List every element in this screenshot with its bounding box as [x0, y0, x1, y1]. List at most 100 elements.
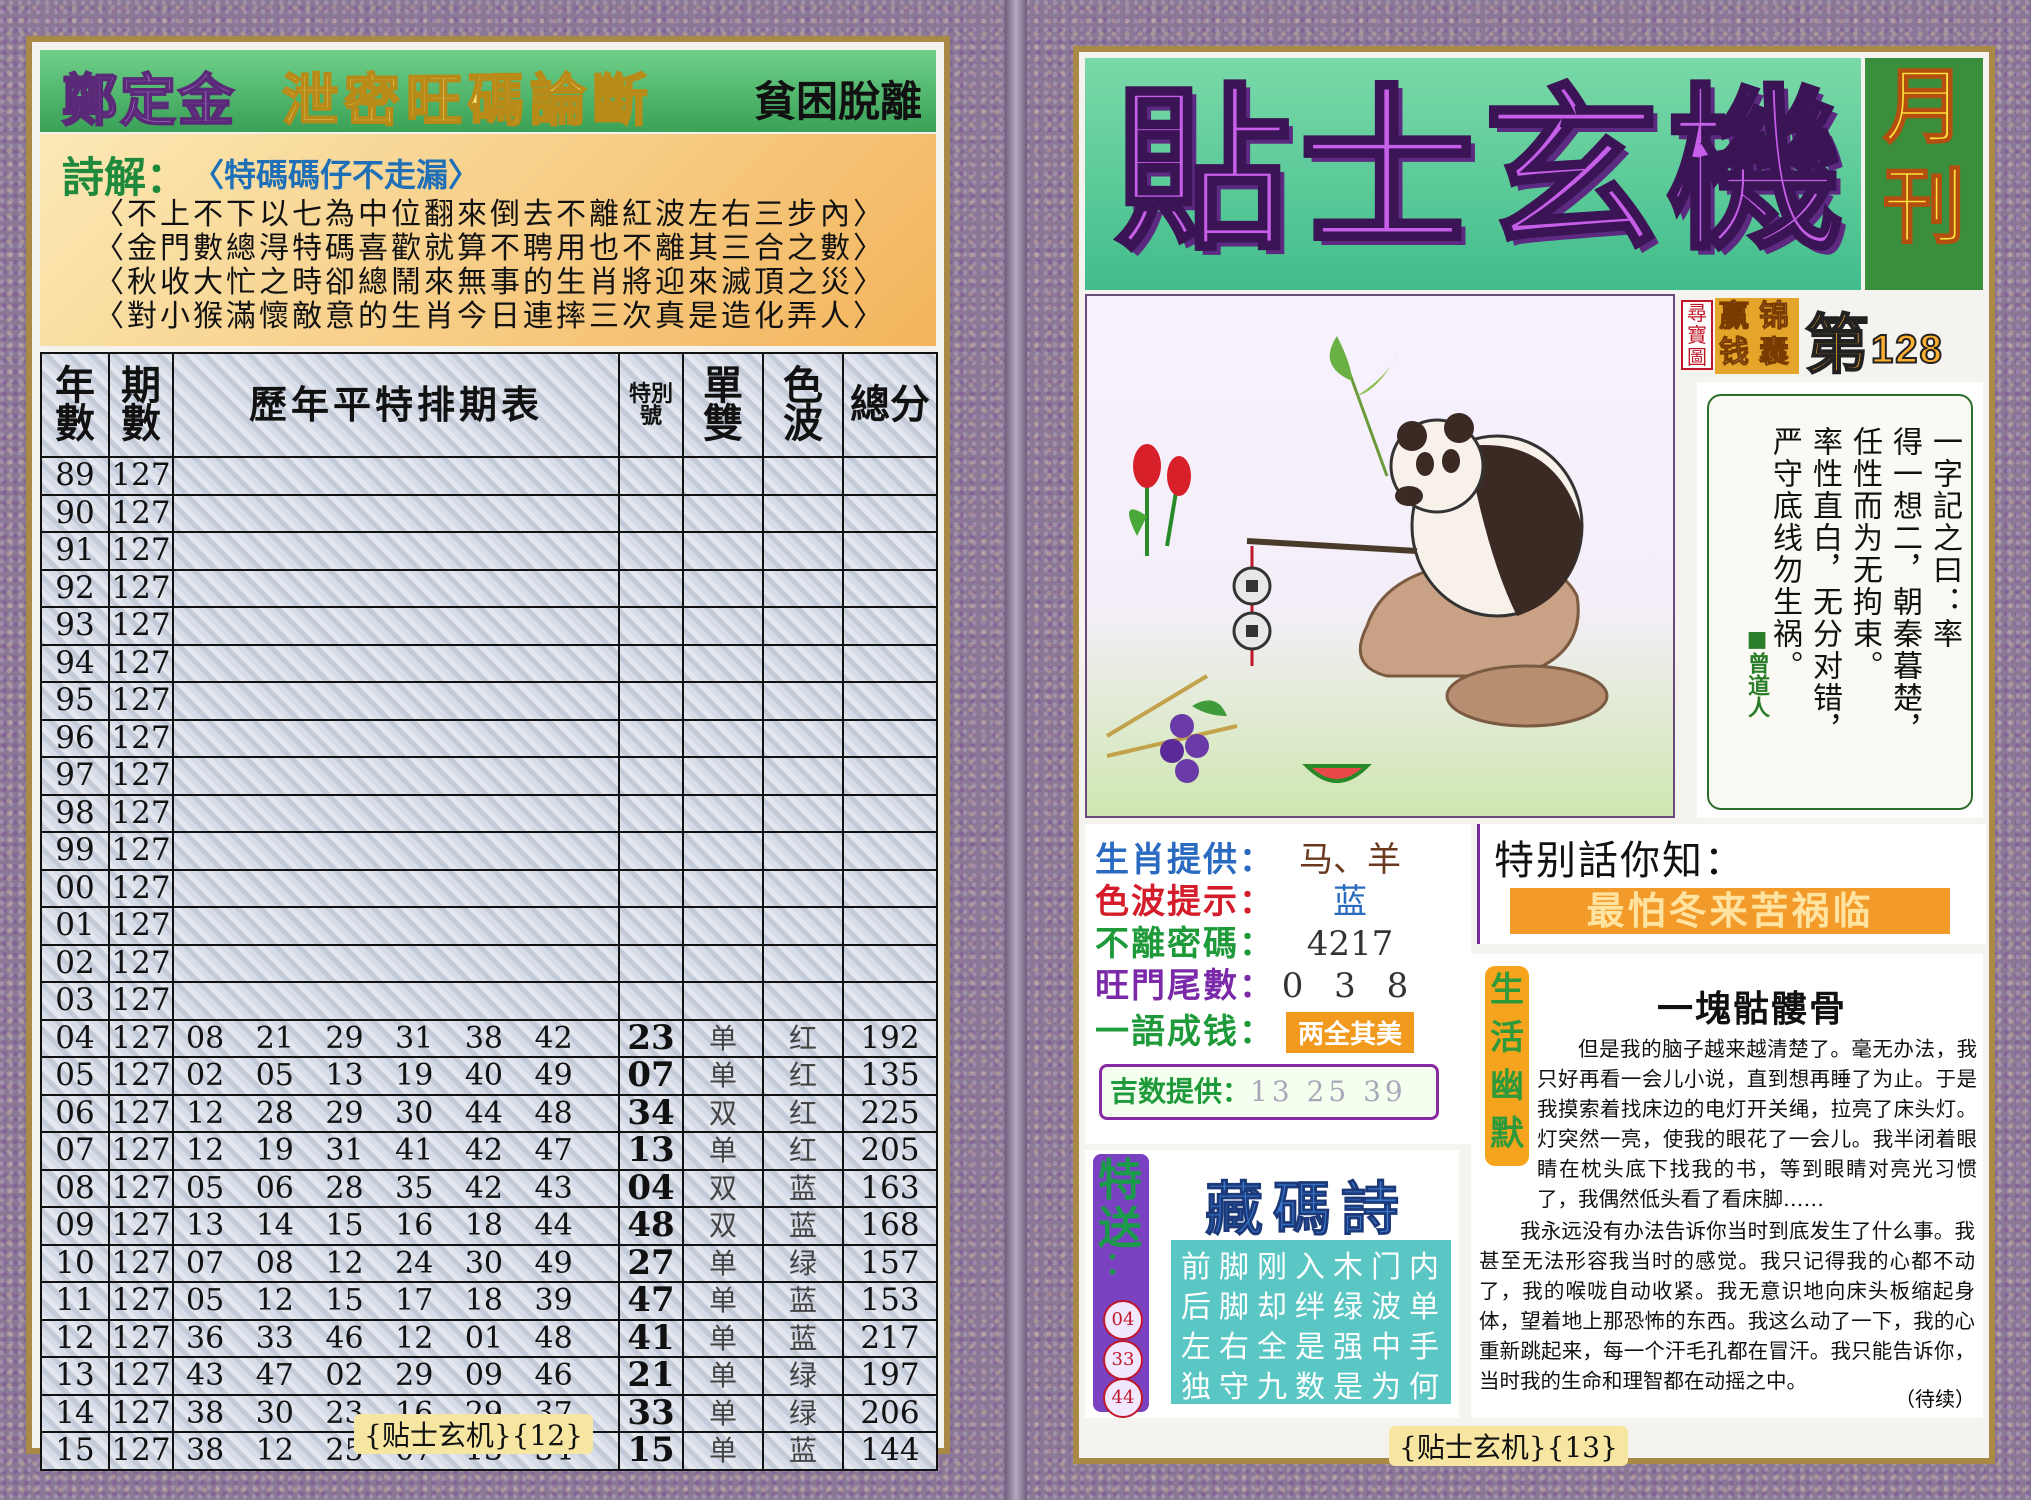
cell-nums [172, 531, 620, 571]
cell-special [618, 568, 684, 608]
cell-special: 34 [618, 1093, 684, 1133]
win-char: 钱 [1719, 336, 1750, 370]
cell-year: 96 [40, 718, 110, 758]
scroll-line: 任性而为无拘束。 [1847, 426, 1882, 682]
cell-odd-even [682, 793, 764, 833]
cell-year: 10 [40, 1243, 110, 1283]
cell-special [618, 756, 684, 796]
cell-special [618, 981, 684, 1021]
story-tag-char: 活 [1490, 1019, 1524, 1057]
cell-color [762, 456, 844, 496]
cell-color: 绿 [762, 1243, 844, 1283]
cell-issue: 127 [108, 1431, 174, 1471]
cell-nums: 13 14 15 16 18 44 [172, 1206, 620, 1246]
cell-nums [172, 943, 620, 983]
cell-odd-even [682, 981, 764, 1021]
cell-total: 206 [842, 1393, 938, 1433]
table-row: 99 127 [40, 831, 938, 871]
cell-color [762, 493, 844, 533]
cell-nums: 12 28 29 30 44 48 [172, 1093, 620, 1133]
cell-year: 99 [40, 831, 110, 871]
cell-special: 33 [618, 1393, 684, 1433]
cell-odd-even [682, 681, 764, 721]
cell-total [842, 756, 938, 796]
poem-line: 〈對小猴滿懷敵意的生肖今日連摔三次真是造化弄人〉 [94, 299, 886, 334]
story-paragraph: 我永远没有办法告诉你当时到底发生了什么事。我甚至无法形容我当时的感觉。我只记得我… [1479, 1219, 1975, 1393]
cell-total [842, 606, 938, 646]
tail-label: 旺門尾數： [1095, 966, 1275, 1006]
poem-subtitle: 〈特碼碼仔不走漏〉 [192, 157, 481, 193]
cell-odd-even [682, 906, 764, 946]
cell-special [618, 793, 684, 833]
cell-issue: 127 [108, 1281, 174, 1321]
cell-issue: 127 [108, 756, 174, 796]
cell-color [762, 568, 844, 608]
phrase-label: 一語成钱： [1095, 1012, 1275, 1052]
cell-issue: 127 [108, 831, 174, 871]
col-issue: 期數 [108, 352, 174, 458]
col-title: 歷年平特排期表 [172, 352, 620, 458]
tail-value: 0 3 8 [1281, 966, 1419, 1006]
cell-nums [172, 493, 620, 533]
cell-special [618, 493, 684, 533]
cell-total [842, 456, 938, 496]
table-row: 97 127 [40, 756, 938, 796]
cell-issue: 127 [108, 1131, 174, 1171]
issue-prefix: 第 [1804, 308, 1871, 382]
cell-year: 98 [40, 793, 110, 833]
cell-issue: 127 [108, 681, 174, 721]
cell-color [762, 831, 844, 871]
cell-odd-even: 双 [682, 1206, 764, 1246]
cell-odd-even: 单 [682, 1356, 764, 1396]
phrase-row: 一語成钱： 两全其美 [1095, 1004, 1445, 1053]
cell-year: 15 [40, 1431, 110, 1471]
cell-nums [172, 456, 620, 496]
cell-year: 04 [40, 1018, 110, 1058]
cell-special: 48 [618, 1206, 684, 1246]
cell-issue: 127 [108, 1356, 174, 1396]
hidden-poem-title: 藏碼詩 [1204, 1177, 1410, 1243]
hidden-poem-line: 左右全是强中手 [1181, 1330, 1447, 1365]
gift-char: ： [1105, 1248, 1135, 1281]
cell-nums: 02 05 13 19 40 49 [172, 1056, 620, 1096]
cell-total [842, 793, 938, 833]
cell-color: 蓝 [762, 1206, 844, 1246]
cell-color: 红 [762, 1056, 844, 1096]
fishing-pole [1246, 538, 1418, 554]
col-special: 特別號 [618, 352, 684, 458]
cell-year: 93 [40, 606, 110, 646]
table-body: 89 127 90 127 91 127 92 127 93 127 94 127 95 127 96 127… [40, 456, 938, 1471]
panda-drawing [1105, 336, 1609, 783]
cell-odd-even [682, 831, 764, 871]
gift-ball: 33 [1103, 1340, 1143, 1380]
cell-year: 13 [40, 1356, 110, 1396]
cell-special [618, 943, 684, 983]
cell-nums: 07 08 12 24 30 49 [172, 1243, 620, 1283]
header-slogan: 泄密旺碼論斷 [281, 68, 654, 133]
cell-color [762, 756, 844, 796]
cell-year: 91 [40, 531, 110, 571]
cell-issue: 127 [108, 606, 174, 646]
cell-odd-even [682, 643, 764, 683]
watermelon-icon [1302, 764, 1372, 783]
cell-nums: 08 21 29 31 38 42 [172, 1018, 620, 1058]
phrase-value: 两全其美 [1285, 1012, 1414, 1053]
cell-color: 红 [762, 1131, 844, 1171]
story-paragraph: 但是我的脑子越来越清楚了。毫无办法，我只好再看一会儿小说，直到想再睡了为止。于是… [1537, 1037, 1977, 1211]
cell-issue: 127 [108, 568, 174, 608]
cell-issue: 127 [108, 643, 174, 683]
cell-color: 绿 [762, 1393, 844, 1433]
scroll-line: 率性直白，无分对错， [1807, 426, 1842, 746]
lucky-numbers: 吉数提供：13 25 39 [1099, 1064, 1439, 1120]
cell-issue: 127 [108, 1318, 174, 1358]
cell-year: 08 [40, 1168, 110, 1208]
cell-issue: 127 [108, 1206, 174, 1246]
panda-illustration [1085, 294, 1675, 818]
right-page: 貼士玄機 月 刊 尋寶圖 赢 锦 钱 囊 第128 一字記之曰：率 得一想二，朝… [1073, 46, 1995, 1466]
left-header: 鄭定金 泄密旺碼論斷 貧困脫離 [40, 50, 936, 133]
left-page: 鄭定金 泄密旺碼論斷 貧困脫離 詩解： 〈特碼碼仔不走漏〉 〈不上不下以七為中位… [26, 36, 950, 1471]
special-talk: 特别話你知： 最怕冬来苦祸临 [1477, 824, 1986, 944]
cell-nums [172, 718, 620, 758]
table-row: 94 127 [40, 643, 938, 683]
cell-issue: 127 [108, 493, 174, 533]
